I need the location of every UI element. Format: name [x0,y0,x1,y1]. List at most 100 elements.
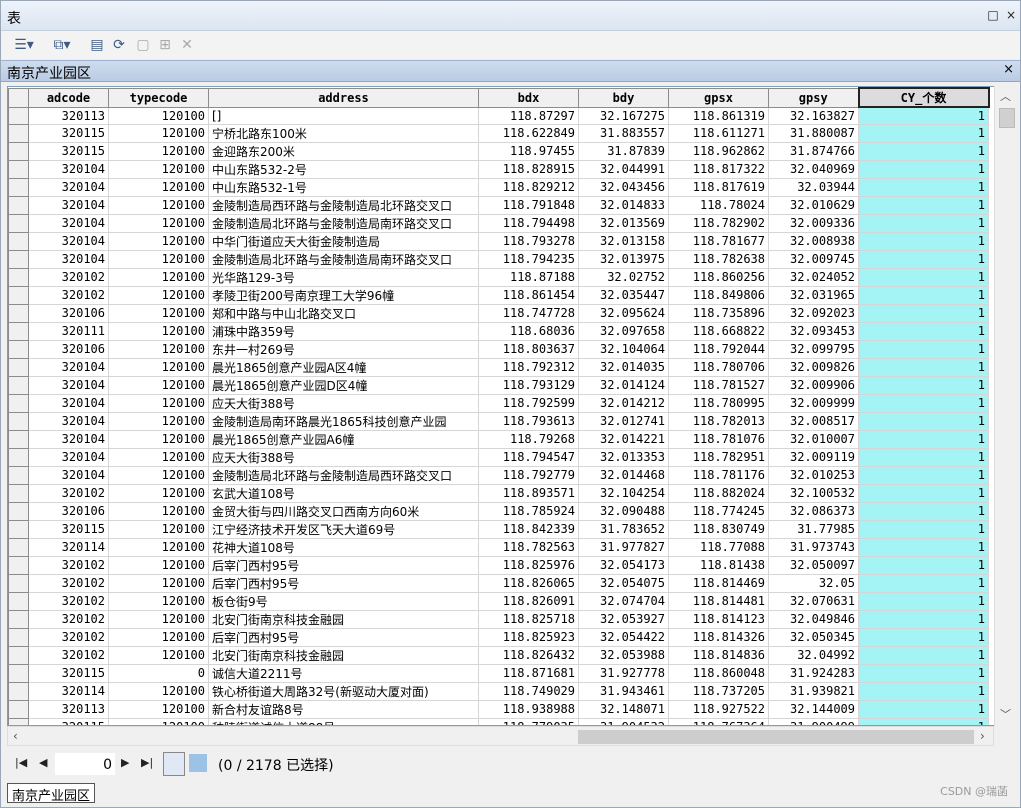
table-row[interactable]: 320102 120100 板仓街9号 118.826091 32.074704 118.… [8,591,989,611]
table-row[interactable]: 320106 120100 郑和中路与中山北路交叉口 118.747728 32.095… [8,303,989,323]
table-row[interactable]: 320115 0 诚信大道2211号 118.871681 31.927778 118.8… [8,663,989,683]
table-cell[interactable]: 32.086373 [768,501,859,521]
table-cell[interactable]: 118.747728 [478,303,579,323]
table-cell[interactable]: 118.861319 [668,106,769,125]
table-cell[interactable]: 32.054173 [578,555,669,575]
switch-selection-icon[interactable]: ⟳ [109,35,129,55]
table-cell[interactable]: 118.825718 [478,609,579,629]
table-cell[interactable]: 118.792312 [478,357,579,377]
table-cell[interactable]: 1 [858,321,989,341]
table-cell[interactable]: 120100 [108,285,209,305]
table-cell[interactable]: 118.79268 [478,429,579,449]
row-selector[interactable] [8,465,29,485]
table-cell[interactable]: 32.097658 [578,321,669,341]
last-record-icon[interactable]: ▶| [141,756,153,769]
table-cell[interactable]: 320104 [28,249,109,269]
table-cell[interactable]: 宁桥北路东100米 [208,123,479,143]
table-cell[interactable]: 1 [858,303,989,323]
table-cell[interactable]: 32.053927 [578,609,669,629]
table-row[interactable]: 320113 120100 新合村友谊路8号 118.938988 32.148071 1… [8,699,989,719]
table-cell[interactable]: 1 [858,231,989,251]
table-row[interactable]: 320102 120100 玄武大道108号 118.893571 32.104254 1… [8,483,989,503]
table-cell[interactable]: 118.611271 [668,123,769,143]
table-cell[interactable]: 新合村友谊路8号 [208,699,479,719]
table-cell[interactable]: 孝陵卫街200号南京理工大学96幢 [208,285,479,305]
table-cell[interactable]: 320104 [28,447,109,467]
bottom-table-tab[interactable]: 南京产业园区 [7,783,96,804]
table-cell[interactable]: 32.100532 [768,483,859,503]
column-header-1[interactable]: typecode [108,87,209,108]
table-cell[interactable]: 浦珠中路359号 [208,321,479,341]
table-cell[interactable]: 320115 [28,123,109,143]
table-cell[interactable]: 1 [858,177,989,197]
table-cell[interactable]: 31.874766 [768,141,859,161]
table-cell[interactable]: 120100 [108,681,209,701]
row-selector[interactable] [8,501,29,521]
table-cell[interactable]: 118.794235 [478,249,579,269]
table-cell[interactable]: 320111 [28,321,109,341]
table-cell[interactable]: 32.144009 [768,699,859,719]
table-cell[interactable]: 120100 [108,465,209,485]
table-cell[interactable]: 118.87297 [478,106,579,125]
table-cell[interactable]: 118.782951 [668,447,769,467]
table-cell[interactable]: 320104 [28,159,109,179]
table-cell[interactable]: 1 [858,411,989,431]
table-row[interactable]: 320102 120100 北安门街南京科技金融园 118.826432 32.0539… [8,645,989,665]
table-row[interactable]: 320115 120100 江宁经济技术开发区飞天大道69号 118.842339 31… [8,519,989,539]
table-cell[interactable]: 320102 [28,285,109,305]
table-cell[interactable]: 118.68036 [478,321,579,341]
table-cell[interactable]: 118.826065 [478,573,579,593]
table-cell[interactable]: 320104 [28,213,109,233]
table-cell[interactable]: 118.814836 [668,645,769,665]
table-cell[interactable]: 120100 [108,429,209,449]
table-cell[interactable]: 31.783652 [578,519,669,539]
table-cell[interactable]: 32.013353 [578,447,669,467]
row-selector[interactable] [8,537,29,557]
table-cell[interactable]: 1 [858,357,989,377]
table-cell[interactable]: 32.104254 [578,483,669,503]
table-cell[interactable]: 32.009119 [768,447,859,467]
row-selector[interactable] [8,213,29,233]
table-cell[interactable]: 118.81438 [668,555,769,575]
table-cell[interactable]: 1 [858,645,989,665]
related-tables-icon[interactable]: ⧉▾ [49,35,75,55]
table-row[interactable]: 320104 120100 中山东路532-2号 118.828915 32.04499… [8,159,989,179]
table-row[interactable]: 320106 120100 东井一村269号 118.803637 32.104064 1… [8,339,989,359]
table-cell[interactable]: 1 [858,681,989,701]
table-cell[interactable]: 118.782563 [478,537,579,557]
restore-icon[interactable]: □ [986,8,1000,22]
table-cell[interactable]: 32.148071 [578,699,669,719]
table-row[interactable]: 320115120100秣陵街道诚信大道88号118.77903531.9045… [8,717,989,725]
table-cell[interactable]: 120100 [108,375,209,395]
table-cell[interactable]: 花神大道108号 [208,537,479,557]
table-cell[interactable]: 118.781176 [668,465,769,485]
table-cell[interactable]: 320102 [28,645,109,665]
table-cell[interactable]: 1 [858,249,989,269]
row-selector[interactable] [8,303,29,323]
table-row[interactable]: 320114 120100 铁心桥街道大周路32号(新驱动大厦对面) 118.7490… [8,681,989,701]
row-selector[interactable] [8,627,29,647]
table-cell[interactable]: 118.781677 [668,231,769,251]
row-selector[interactable] [8,141,29,161]
table-cell[interactable]: 118.882024 [668,483,769,503]
table-cell[interactable]: 118.927522 [668,699,769,719]
table-cell[interactable]: 320115 [28,663,109,683]
table-row[interactable]: 320104 120100 应天大街388号 118.794547 32.013353 1… [8,447,989,467]
row-selector[interactable] [8,681,29,701]
table-cell[interactable]: 32.010629 [768,195,859,215]
table-cell[interactable]: 北安门街南京科技金融园 [208,645,479,665]
table-cell[interactable]: 118.817322 [668,159,769,179]
zoom-to-selected-icon[interactable]: ⊞ [155,35,175,55]
table-cell[interactable]: 32.014468 [578,465,669,485]
table-cell[interactable]: 32.070631 [768,591,859,611]
table-cell[interactable]: 31.939821 [768,681,859,701]
table-cell[interactable]: 32.074704 [578,591,669,611]
table-cell[interactable]: 32.014124 [578,375,669,395]
table-cell[interactable]: [] [208,106,479,125]
table-cell[interactable]: 120100 [108,106,209,125]
row-header-corner[interactable] [8,87,29,108]
table-cell[interactable]: 118.97455 [478,141,579,161]
table-cell[interactable]: 118.860048 [668,663,769,683]
table-cell[interactable]: 1 [858,699,989,719]
table-cell[interactable]: 32.03944 [768,177,859,197]
